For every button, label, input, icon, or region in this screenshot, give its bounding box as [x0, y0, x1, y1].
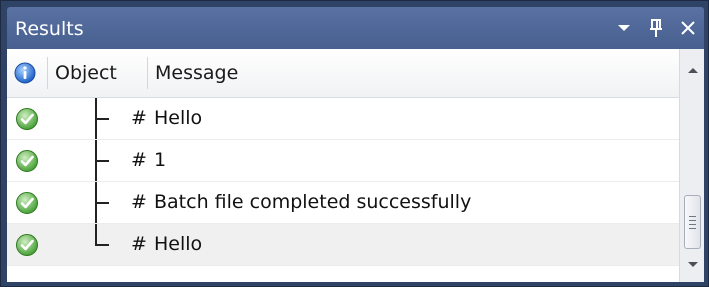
- object-cell: #: [131, 191, 147, 213]
- scroll-thumb[interactable]: [684, 195, 701, 249]
- column-header-object[interactable]: Object: [55, 49, 117, 97]
- tree-connector: [93, 140, 113, 181]
- object-cell: #: [131, 233, 147, 255]
- table-row[interactable]: # Batch file completed successfully: [7, 182, 679, 224]
- tree-connector: [93, 182, 113, 223]
- success-check-icon: [15, 107, 39, 131]
- column-header-message[interactable]: Message: [155, 49, 238, 97]
- results-grid: Object Message # Hello # 1 # Batch file …: [7, 49, 704, 282]
- success-check-icon: [15, 149, 39, 173]
- grid-header: Object Message: [7, 49, 679, 98]
- table-row[interactable]: # 1: [7, 140, 679, 182]
- tree-connector: [93, 224, 113, 265]
- message-cell: Batch file completed successfully: [154, 191, 472, 213]
- success-check-icon: [15, 191, 39, 215]
- vertical-scrollbar[interactable]: [679, 49, 704, 282]
- success-check-icon: [15, 233, 39, 257]
- down-arrow-icon[interactable]: [680, 252, 704, 278]
- close-icon[interactable]: [678, 16, 698, 40]
- dropdown-arrow-icon[interactable]: [614, 16, 634, 40]
- panel-title: Results: [15, 18, 84, 40]
- object-cell: #: [131, 107, 147, 129]
- titlebar: Results: [7, 7, 704, 49]
- table-row[interactable]: # Hello: [7, 98, 679, 140]
- tree-connector: [93, 98, 113, 139]
- table-row[interactable]: # Hello: [7, 224, 679, 266]
- object-cell: #: [131, 149, 147, 171]
- info-icon[interactable]: [13, 49, 41, 97]
- results-panel: Results Object Message # Hello # 1 # Bat…: [0, 0, 709, 287]
- message-cell: Hello: [154, 233, 203, 255]
- up-arrow-icon[interactable]: [680, 57, 704, 83]
- grid-rows: # Hello # 1 # Batch file completed succe…: [7, 98, 679, 266]
- pin-icon[interactable]: [646, 16, 666, 40]
- message-cell: 1: [154, 149, 167, 171]
- message-cell: Hello: [154, 107, 203, 129]
- titlebar-controls: [614, 14, 698, 42]
